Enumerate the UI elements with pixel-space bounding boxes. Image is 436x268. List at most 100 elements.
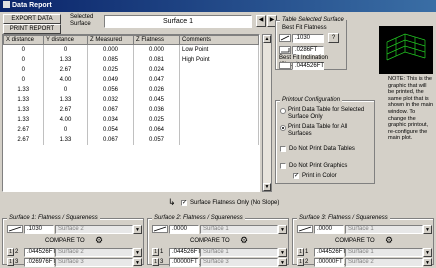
compare-surface-number: 2	[15, 249, 19, 255]
table-cell: Low Point	[179, 44, 259, 55]
table-scrollbar[interactable]: ▲ ▼	[262, 34, 272, 192]
help-button[interactable]: ?	[328, 33, 339, 43]
printout-configuration-group: Printout Configuration Print Data Table …	[275, 96, 375, 184]
group-title: Surface 2: Flatness / Squareness	[152, 214, 245, 222]
surface-select[interactable]: Surface 1	[345, 225, 423, 234]
flatness-icon	[152, 225, 168, 233]
inclination-icon	[279, 62, 291, 69]
table-cell: High Point	[179, 54, 259, 65]
compare-surface-select[interactable]: Surface 2	[55, 248, 133, 257]
group-title: Surface 1: Flatness / Squareness	[7, 214, 100, 222]
table-cell: 0	[43, 124, 88, 135]
table-cell	[179, 104, 259, 115]
compare-value-field: .00000FT	[169, 258, 199, 267]
table-row[interactable]: 0 4.00 0.049 0.047	[3, 74, 259, 85]
selected-surface-label: Selected Surface	[70, 14, 94, 27]
table-row[interactable]: 0 0 0.000 0.000 Low Point	[3, 44, 259, 55]
chevron-down-icon: ▼	[425, 227, 430, 233]
dropdown-button[interactable]: ▼	[133, 225, 142, 234]
flatness-icon	[297, 225, 313, 233]
compare-surface-select[interactable]: Surface 3	[55, 258, 133, 267]
slope-value-field: .0286FT	[292, 46, 324, 55]
table-cell	[179, 64, 259, 75]
compare-surface-select[interactable]: Surface 1	[200, 248, 278, 257]
surface-select[interactable]: Surface 1	[200, 225, 278, 234]
dropdown-button[interactable]: ▼	[278, 248, 287, 257]
row-index-button[interactable]: 1	[152, 248, 159, 256]
print-all-surfaces-radio[interactable]	[280, 125, 286, 131]
dropdown-button[interactable]: ▼	[133, 248, 142, 257]
row-index-button[interactable]: 1	[7, 258, 14, 266]
dropdown-button[interactable]: ▼	[423, 258, 432, 266]
column-header[interactable]: Y distance	[43, 35, 88, 45]
checkmark-icon: ✓	[294, 173, 300, 179]
row-index-button[interactable]: 1	[152, 258, 159, 266]
prev-surface-button[interactable]: ◀	[256, 15, 266, 27]
scroll-down-button[interactable]: ▼	[263, 183, 271, 191]
compare-value-field: .00000FT	[314, 258, 344, 267]
table-cell: 0	[43, 84, 88, 95]
surface-select[interactable]: Surface 2	[55, 225, 133, 234]
table-cell: 0.025	[133, 114, 180, 125]
column-header[interactable]: Z Flatness	[133, 35, 180, 45]
compare-surface-select[interactable]: Surface 2	[345, 258, 423, 267]
window-title: Data Report	[12, 2, 52, 9]
dropdown-button[interactable]: ▼	[133, 258, 142, 266]
table-cell: 1.33	[3, 84, 44, 95]
surface-panel-2: Surface 2: Flatness / Squareness .0000 S…	[147, 214, 289, 267]
table-cell: 0.000	[133, 44, 180, 55]
print-in-color-checkbox[interactable]: ✓	[293, 173, 299, 179]
cursor-arrow-icon: ↳	[168, 197, 176, 207]
row-index-button[interactable]: 1	[297, 248, 304, 256]
compare-surface-number: 3	[15, 259, 19, 265]
table-cell: 4.00	[43, 74, 88, 85]
table-cell	[179, 124, 259, 135]
dropdown-button[interactable]: ▼	[423, 225, 432, 234]
table-cell	[179, 94, 259, 105]
table-cell	[179, 74, 259, 85]
surface-flatness-only-checkbox[interactable]: ✓	[181, 200, 187, 206]
dropdown-button[interactable]: ▼	[423, 248, 432, 257]
print-report-button[interactable]: PRINT REPORT	[3, 24, 61, 34]
dropdown-button[interactable]: ▼	[278, 225, 287, 234]
row-index-button[interactable]: 1	[297, 258, 304, 266]
dont-print-graphics-checkbox[interactable]	[280, 163, 286, 169]
table-row[interactable]: 1.33 2.67 0.067 0.036	[3, 104, 259, 115]
surface-flatness-only-label: Surface Flatness Only (No Slope)	[190, 200, 280, 206]
table-row[interactable]: 1.33 1.33 0.032 0.045	[3, 94, 259, 105]
table-row[interactable]: 2.67 0 0.054 0.064	[3, 124, 259, 135]
table-row[interactable]: 0 2.67 0.025 0.024	[3, 64, 259, 75]
app-icon	[3, 1, 10, 8]
compare-to-label: COMPARE TO	[190, 238, 230, 244]
table-row[interactable]: 2.67 1.33 0.067 0.057	[3, 134, 259, 145]
export-data-button[interactable]: EXPORT DATA	[3, 14, 61, 24]
compare-surface-number: 1	[305, 249, 309, 255]
dont-print-graphics-label: Do Not Print Graphics	[289, 163, 348, 169]
compare-surface-select[interactable]: Surface 1	[345, 248, 423, 257]
chevron-down-icon: ▼	[264, 184, 270, 190]
dont-print-tables-checkbox[interactable]	[280, 146, 286, 152]
column-header[interactable]: Comments	[179, 35, 259, 45]
slope-icon	[279, 46, 291, 54]
checkmark-icon: ✓	[182, 200, 188, 206]
print-selected-only-radio[interactable]	[280, 108, 286, 114]
compare-surface-select[interactable]: Surface 3	[200, 258, 278, 267]
table-row[interactable]: 1.33 0 0.056 0.026	[3, 84, 259, 95]
table-cell: 0.067	[87, 134, 134, 145]
print-selected-only-label: Print Data Table for Selected Surface On…	[288, 107, 365, 120]
column-header[interactable]: X distance	[3, 35, 44, 45]
dropdown-button[interactable]: ▼	[278, 258, 287, 266]
gear-icon: ⚙	[385, 235, 394, 245]
table-row[interactable]: 0 1.33 0.085 0.081 High Point	[3, 54, 259, 65]
row-index-button[interactable]: 1	[7, 248, 14, 256]
table-cell: 1.33	[3, 94, 44, 105]
chevron-down-icon: ▼	[425, 250, 430, 256]
table-header-row: X distance Y distance Z Measured Z Flatn…	[3, 35, 259, 45]
column-header[interactable]: Z Measured	[87, 35, 134, 45]
table-cell: 0.085	[87, 54, 134, 65]
gear-icon: ⚙	[95, 235, 104, 245]
scroll-up-button[interactable]: ▲	[263, 35, 271, 43]
chevron-down-icon: ▼	[280, 260, 285, 266]
table-row[interactable]: 1.33 4.00 0.034 0.025	[3, 114, 259, 125]
flatness-icon	[7, 225, 23, 233]
